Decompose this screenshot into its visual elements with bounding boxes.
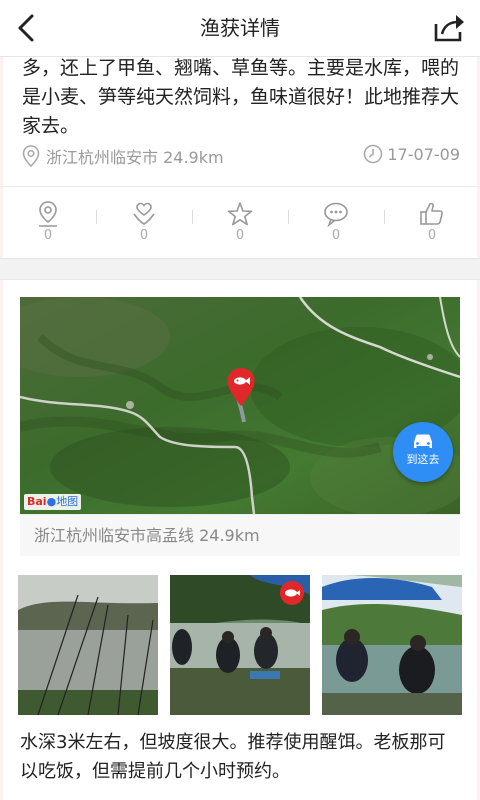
photo-1[interactable]	[18, 575, 158, 715]
location-text: 浙江杭州临安市 24.9km	[46, 148, 224, 167]
share-button[interactable]	[432, 12, 466, 44]
thumbs-up-icon	[420, 202, 443, 225]
location-icon	[22, 145, 40, 167]
fish-badge-icon	[280, 581, 304, 605]
divider	[0, 186, 480, 187]
clock-icon	[364, 144, 383, 164]
fishing-tip-text: 水深3米左右，但坡度很大。推荐使用醒饵。老板那可以吃饭，但需提前几个小时预约。	[20, 732, 446, 782]
comment-icon	[324, 202, 348, 228]
page-title: 渔获详情	[200, 16, 280, 40]
action-count: 0	[43, 228, 53, 243]
left-edge	[0, 0, 3, 800]
action-like[interactable]: 0	[384, 196, 480, 246]
action-count: 0	[139, 228, 149, 243]
map-location-text: 浙江杭州临安市高孟线 24.9km	[20, 514, 460, 556]
photo-fishing-rods	[18, 575, 158, 715]
date-info: 17-07-09	[363, 144, 460, 164]
action-care[interactable]: 0	[96, 196, 192, 246]
action-count: 0	[331, 228, 341, 243]
share-icon	[434, 15, 464, 42]
map-view[interactable]: 到这去 Bai●地图	[20, 297, 460, 514]
action-location[interactable]: 0	[0, 196, 96, 246]
catch-description: 多，还上了甲鱼、翘嘴、草鱼等。主要是水库，喂的是小麦、笋等纯天然饲料，鱼味道很好…	[22, 57, 460, 137]
photo-2[interactable]	[170, 575, 310, 715]
location-pin-icon	[39, 201, 57, 227]
navigate-label: 到这去	[406, 453, 440, 466]
location-info: 浙江杭州临安市 24.9km	[22, 144, 224, 168]
map-pin-icon[interactable]	[226, 367, 256, 407]
navigate-button[interactable]: 到这去	[393, 422, 453, 482]
action-bar: 0 0 0 0 0	[0, 196, 480, 246]
photo-gallery	[18, 575, 462, 717]
action-comment[interactable]: 0	[288, 196, 384, 246]
heart-hand-icon	[133, 202, 155, 225]
action-count: 0	[427, 228, 437, 243]
action-count: 0	[235, 228, 245, 243]
photo-3[interactable]	[322, 575, 462, 715]
nav-bar: 渔获详情	[0, 0, 480, 57]
action-favorite[interactable]: 0	[192, 196, 288, 246]
section-gap	[0, 258, 480, 280]
map-brand-logo: Bai●地图	[24, 494, 82, 510]
car-icon	[414, 434, 432, 448]
date-text: 17-07-09	[387, 144, 460, 164]
photo-anglers-umbrella	[322, 575, 462, 715]
paw-icon: ●	[46, 495, 57, 508]
star-icon	[227, 202, 253, 226]
meta-row: 浙江杭州临安市 24.9km 17-07-09	[22, 144, 460, 172]
